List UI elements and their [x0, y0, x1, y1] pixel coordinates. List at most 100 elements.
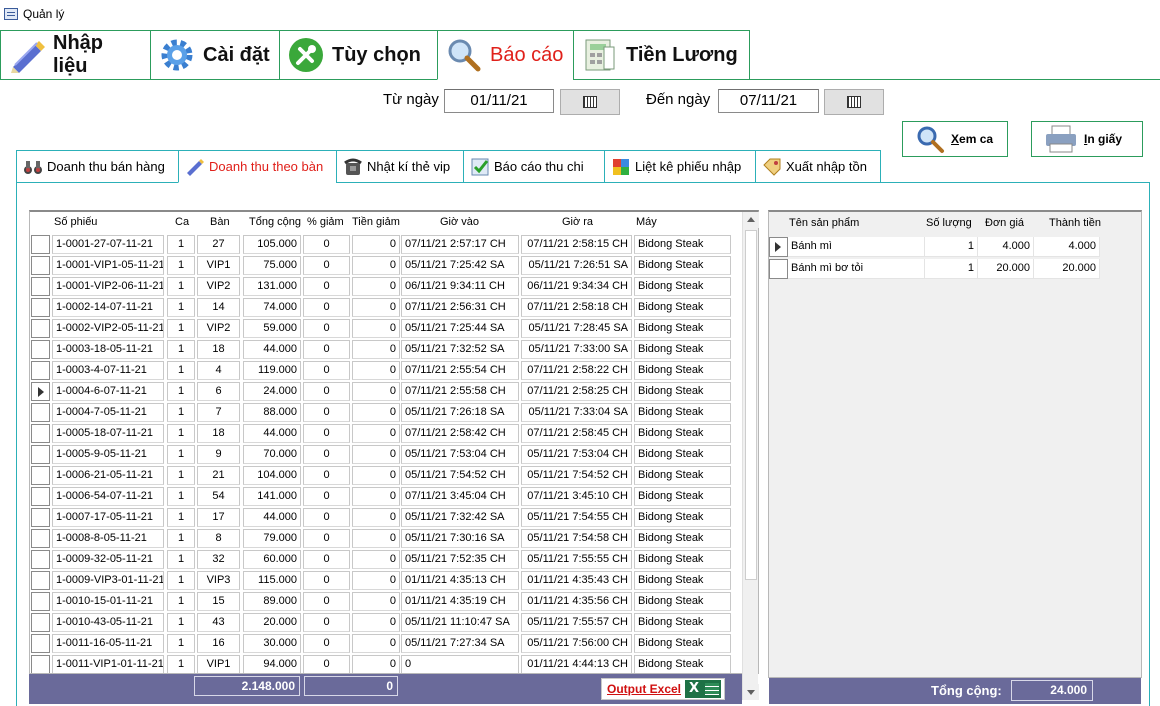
output-excel-button[interactable]: Output Excel [601, 678, 725, 700]
row-selector[interactable] [31, 361, 50, 380]
table-cell[interactable]: 54 [197, 487, 240, 506]
table-cell[interactable]: 141.000 [243, 487, 301, 506]
table-cell[interactable]: Bidong Steak [634, 613, 731, 632]
row-selector[interactable] [31, 256, 50, 275]
table-cell[interactable]: 1 [167, 361, 195, 380]
to-date-picker-button[interactable] [824, 89, 884, 115]
row-selector[interactable] [769, 259, 788, 279]
table-cell[interactable]: 0 [303, 424, 350, 443]
table-cell[interactable]: 07/11/21 3:45:10 CH [521, 487, 632, 506]
table-cell[interactable]: 07/11/21 2:58:15 CH [521, 235, 632, 254]
table-cell[interactable]: 05/11/21 7:26:18 SA [401, 403, 519, 422]
table-cell[interactable]: 0 [352, 613, 400, 632]
table-cell[interactable]: 1 [167, 571, 195, 590]
table-cell[interactable]: 0 [352, 634, 400, 653]
table-cell[interactable]: 05/11/21 7:56:00 CH [521, 634, 632, 653]
table-cell[interactable]: 0 [303, 277, 350, 296]
table-cell[interactable]: 43 [197, 613, 240, 632]
row-selector[interactable] [769, 237, 788, 257]
table-cell[interactable]: 44.000 [243, 424, 301, 443]
table-cell[interactable]: 0 [352, 445, 400, 464]
table-cell[interactable]: 07/11/21 2:58:18 CH [521, 298, 632, 317]
tab-bao-cao[interactable]: Báo cáo [437, 30, 573, 80]
table-cell[interactable]: Bidong Steak [634, 508, 731, 527]
view-shift-button[interactable]: Xem ca [902, 121, 1008, 157]
table-cell[interactable]: 1-0007-17-05-11-21 [52, 508, 164, 527]
table-cell[interactable]: Bidong Steak [634, 592, 731, 611]
row-selector[interactable] [31, 298, 50, 317]
table-cell[interactable]: 1 [167, 529, 195, 548]
row-selector[interactable] [31, 445, 50, 464]
table-cell[interactable]: 131.000 [243, 277, 301, 296]
row-selector[interactable] [31, 592, 50, 611]
table-cell[interactable]: 0 [303, 655, 350, 673]
table-cell[interactable]: 05/11/21 7:53:04 CH [521, 445, 632, 464]
table-cell[interactable]: Bidong Steak [634, 487, 731, 506]
table-cell[interactable]: 1 [167, 550, 195, 569]
row-selector[interactable] [31, 529, 50, 548]
receipts-grid[interactable]: Số phiếu Ca Bàn Tổng cộng % giảm Tiền gi… [29, 210, 759, 674]
table-cell[interactable]: 01/11/21 4:35:19 CH [401, 592, 519, 611]
table-row[interactable]: 1-0007-17-05-11-21 1 17 44.000 0 0 05/11/21 7:… [30, 507, 740, 528]
table-row[interactable]: 1-0011-VIP1-01-11-21 1 VIP1 94.000 0 0 0 01/11/… [30, 654, 740, 673]
table-cell[interactable]: 1-0011-VIP1-01-11-21 [52, 655, 164, 673]
table-row[interactable]: 1-0003-4-07-11-21 1 4 119.000 0 0 07/11/21 2:5… [30, 360, 740, 381]
table-cell[interactable]: 07/11/21 2:58:25 CH [521, 382, 632, 401]
table-cell[interactable]: 0 [303, 382, 350, 401]
details-grid[interactable]: Tên sản phẩm Số lượng Đơn giá Thành tiền… [768, 210, 1142, 678]
to-date-field[interactable]: 07/11/21 [718, 89, 819, 113]
table-cell[interactable]: 0 [303, 613, 350, 632]
table-row[interactable]: 1-0003-18-05-11-21 1 18 44.000 0 0 05/11/21 7:… [30, 339, 740, 360]
row-selector[interactable] [31, 487, 50, 506]
table-cell[interactable]: 59.000 [243, 319, 301, 338]
table-cell[interactable]: 1 [167, 403, 195, 422]
table-cell[interactable]: 1-0008-8-05-11-21 [52, 529, 164, 548]
table-cell[interactable]: Bidong Steak [634, 445, 731, 464]
table-cell[interactable]: 1-0003-18-05-11-21 [52, 340, 164, 359]
table-cell[interactable]: 1-0002-14-07-11-21 [52, 298, 164, 317]
table-cell[interactable]: 44.000 [243, 340, 301, 359]
table-cell[interactable]: Bidong Steak [634, 424, 731, 443]
tab-nhap-lieu[interactable]: Nhập liệu [0, 30, 150, 80]
table-cell[interactable]: 20.000 [243, 613, 301, 632]
row-selector[interactable] [31, 319, 50, 338]
table-cell[interactable]: 79.000 [243, 529, 301, 548]
table-cell[interactable]: 0 [352, 256, 400, 275]
row-selector[interactable] [31, 403, 50, 422]
table-cell[interactable]: 05/11/21 7:54:52 CH [401, 466, 519, 485]
table-cell[interactable]: 60.000 [243, 550, 301, 569]
from-date-picker-button[interactable] [560, 89, 620, 115]
table-cell[interactable]: Bidong Steak [634, 235, 731, 254]
table-row[interactable]: 1-0008-8-05-11-21 1 8 79.000 0 0 05/11/21 7:30… [30, 528, 740, 549]
table-cell[interactable]: 9 [197, 445, 240, 464]
row-selector[interactable] [31, 424, 50, 443]
table-cell[interactable]: 07/11/21 2:55:58 CH [401, 382, 519, 401]
table-cell[interactable]: 1 [167, 319, 195, 338]
table-cell[interactable]: 0 [303, 634, 350, 653]
scroll-down-button[interactable] [743, 684, 759, 700]
table-cell[interactable]: 05/11/21 7:30:16 SA [401, 529, 519, 548]
row-selector[interactable] [31, 634, 50, 653]
table-cell[interactable]: 0 [401, 655, 519, 673]
table-row[interactable]: 1-0001-VIP2-06-11-21 1 VIP2 131.000 0 0 06/11/… [30, 276, 740, 297]
table-cell[interactable]: 104.000 [243, 466, 301, 485]
table-cell[interactable]: 05/11/21 7:33:00 SA [521, 340, 632, 359]
table-cell[interactable]: 1 [167, 634, 195, 653]
row-selector[interactable] [31, 382, 50, 401]
table-cell[interactable]: 20.000 [1034, 259, 1100, 279]
table-cell[interactable]: 0 [352, 340, 400, 359]
tab-cai-dat[interactable]: Cài đặt [150, 30, 279, 80]
table-cell[interactable]: 44.000 [243, 508, 301, 527]
table-cell[interactable]: 27 [197, 235, 240, 254]
table-cell[interactable]: 05/11/21 11:10:47 SA [401, 613, 519, 632]
table-row[interactable]: 1-0001-VIP1-05-11-21 1 VIP1 75.000 0 0 05/11/2… [30, 255, 740, 276]
table-row[interactable]: 1-0006-21-05-11-21 1 21 104.000 0 0 05/11/21 7… [30, 465, 740, 486]
row-selector[interactable] [31, 508, 50, 527]
table-cell[interactable]: 0 [303, 340, 350, 359]
table-cell[interactable]: 30.000 [243, 634, 301, 653]
table-cell[interactable]: 0 [352, 235, 400, 254]
table-cell[interactable]: 1 [167, 655, 195, 673]
row-selector[interactable] [31, 235, 50, 254]
table-cell[interactable]: 24.000 [243, 382, 301, 401]
tab-nhat-ki-the-vip[interactable]: Nhật kí thẻ vip [336, 150, 463, 183]
